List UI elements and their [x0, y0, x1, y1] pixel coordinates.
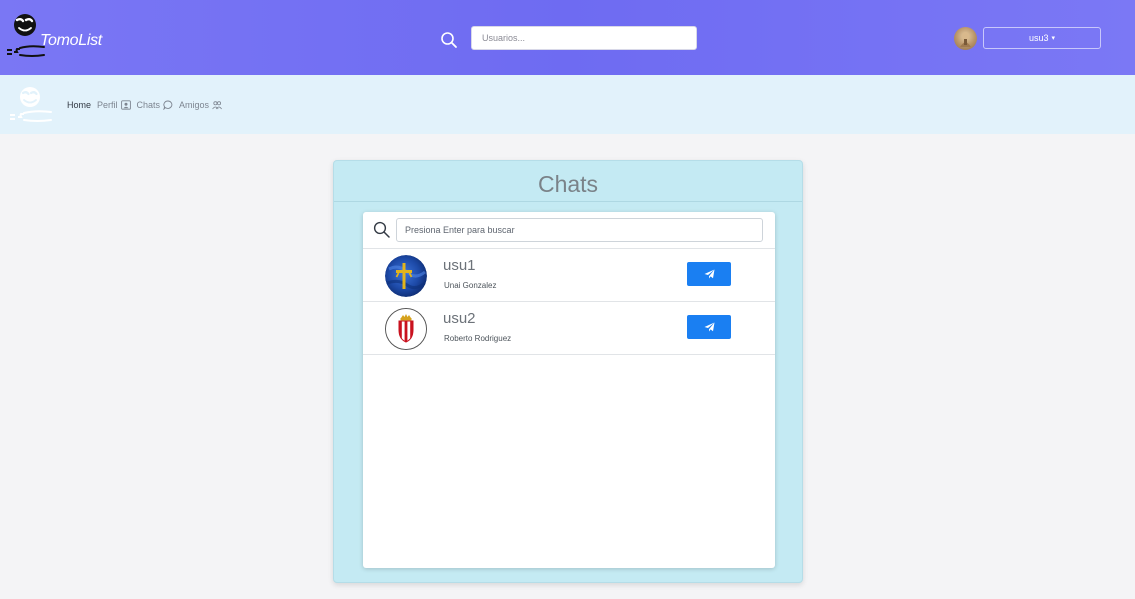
chats-panel: Chats Presiona Enter para buscar usu1 Un…: [333, 160, 803, 583]
chat-fullname: Roberto Rodriguez: [444, 334, 512, 343]
open-chat-button[interactable]: [687, 315, 731, 339]
send-icon: [704, 322, 714, 332]
chat-list-card: usu1 Unai Gonzalez: [363, 212, 775, 568]
nav-links: Home Perfil Chats Amigos: [67, 98, 222, 112]
nav-item-perfil[interactable]: Perfil: [97, 100, 131, 110]
app-logo-text: TomoList: [40, 32, 102, 49]
asturias-flag-avatar-icon: [385, 255, 427, 297]
nav-item-label: Amigos: [179, 100, 210, 110]
chat-avatar[interactable]: [385, 308, 427, 350]
nav-item-home[interactable]: Home: [67, 100, 91, 110]
current-user-avatar[interactable]: [954, 27, 977, 50]
search-icon[interactable]: [440, 31, 458, 49]
sporting-crest-avatar-icon: [386, 309, 426, 349]
chat-bubble-icon: [163, 100, 173, 110]
user-menu-label: usu3: [1028, 33, 1049, 43]
nav-item-label: Chats: [136, 100, 161, 110]
app-logo[interactable]: TomoList: [6, 12, 118, 64]
chat-list-item[interactable]: usu1 Unai Gonzalez: [363, 249, 775, 301]
nav-item-label: Home: [67, 100, 92, 110]
tomolist-logo-icon[interactable]: [9, 85, 53, 125]
open-chat-button[interactable]: [687, 262, 731, 286]
top-header: TomoList usu3 ▾: [0, 0, 1135, 75]
friends-icon: [212, 101, 222, 110]
profile-card-icon: [120, 100, 131, 110]
divider: [363, 354, 775, 355]
chat-search-input[interactable]: [396, 218, 763, 242]
avatar-photo-icon: [960, 32, 971, 47]
chat-list-item[interactable]: usu2 Roberto Rodriguez: [363, 302, 775, 354]
page-title: Chats: [537, 171, 599, 197]
chat-username: usu2: [443, 310, 476, 327]
divider: [334, 201, 802, 202]
sub-navigation: Home Perfil Chats Amigos: [0, 75, 1135, 134]
chat-username: usu1: [443, 257, 476, 274]
nav-item-chats[interactable]: Chats: [137, 100, 174, 110]
user-menu-dropdown[interactable]: usu3 ▾: [983, 27, 1101, 49]
nav-item-amigos[interactable]: Amigos: [179, 100, 222, 110]
chat-avatar[interactable]: [385, 255, 427, 297]
chat-fullname: Unai Gonzalez: [444, 281, 497, 290]
send-icon: [704, 269, 714, 279]
search-icon[interactable]: [373, 221, 390, 238]
caret-down-icon: ▾: [1051, 34, 1056, 42]
nav-item-label: Perfil: [97, 100, 118, 110]
user-search-input[interactable]: [471, 26, 697, 50]
